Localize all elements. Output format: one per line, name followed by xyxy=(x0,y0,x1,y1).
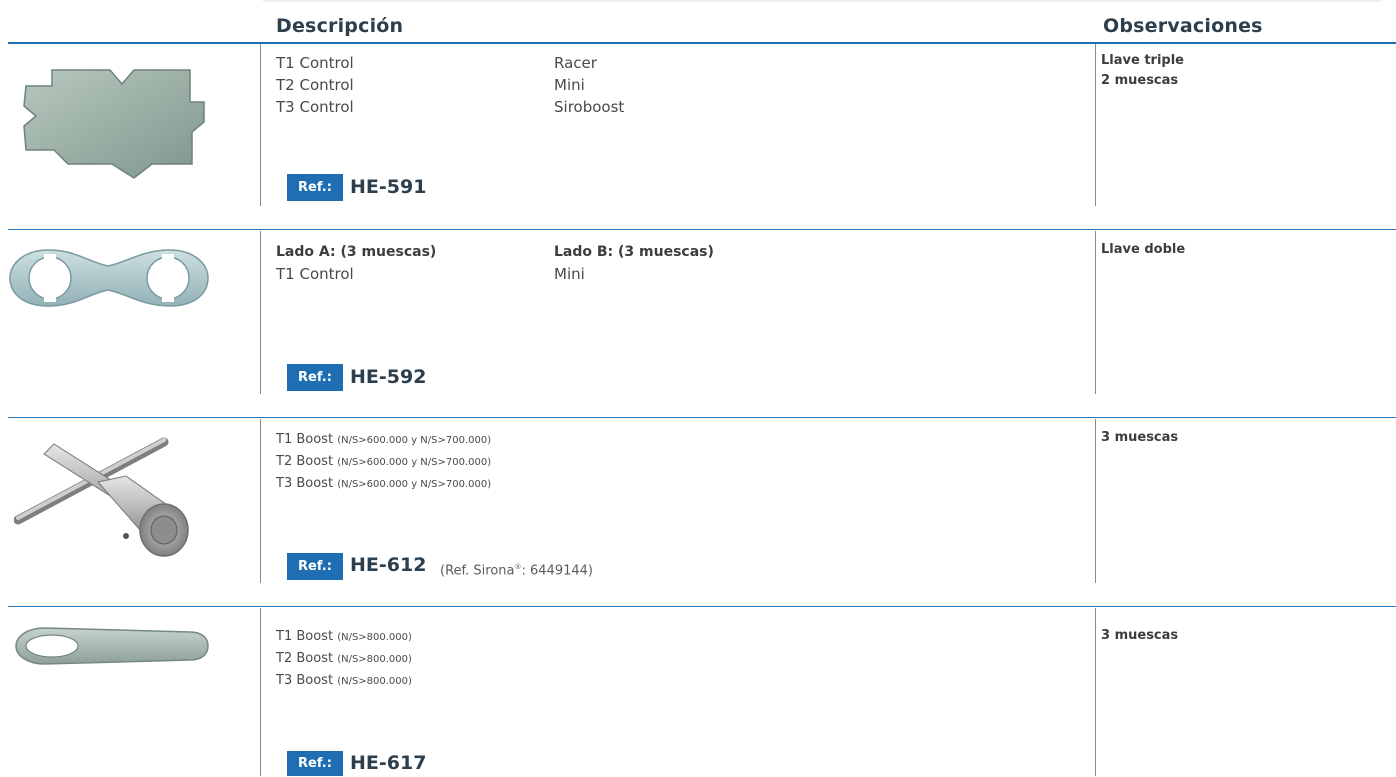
observation-line: Llave doble xyxy=(1101,242,1186,257)
side-a-header: Lado A: (3 muescas) xyxy=(276,244,437,260)
column-divider xyxy=(260,608,261,776)
ref-label: Ref.: xyxy=(287,751,343,776)
t-handle-key-icon xyxy=(14,437,189,557)
side-b-header: Lado B: (3 muescas) xyxy=(554,244,714,260)
model-item: T1 Control xyxy=(276,265,354,283)
model-item: T1 Boost (N/S>800.000) xyxy=(276,629,412,644)
row-separator xyxy=(8,417,1396,418)
observations-text: Llave doble xyxy=(1101,240,1185,260)
model-list-b: Racer Mini Siroboost xyxy=(554,52,624,118)
ref-label: Ref.: xyxy=(287,553,343,580)
observations-text: 3 muescas xyxy=(1101,428,1178,448)
model-item: T1 Control xyxy=(276,54,354,72)
ref-code: HE-591 xyxy=(350,176,427,198)
model-item: T2 Boost (N/S>800.000) xyxy=(276,651,412,666)
column-divider xyxy=(260,231,261,394)
model-item: T3 Boost (N/S>800.000) xyxy=(276,673,412,688)
observation-line: 3 muescas xyxy=(1101,628,1179,643)
ref-label: Ref.: xyxy=(287,364,343,391)
model-item: T3 Boost (N/S>600.000 y N/S>700.000) xyxy=(276,476,492,491)
header-separator xyxy=(8,42,1396,44)
ref-label: Ref.: xyxy=(287,174,343,201)
model-list-a: T1 Control T2 Control T3 Control xyxy=(276,52,354,118)
column-divider xyxy=(260,44,261,206)
model-item: T2 Control xyxy=(276,76,354,94)
description-header: Descripción xyxy=(276,15,404,37)
model-item: T2 Boost (N/S>600.000 y N/S>700.000) xyxy=(276,454,492,469)
model-list: T1 Boost (N/S>600.000 y N/S>700.000) T2 … xyxy=(276,429,491,495)
model-item: T3 Control xyxy=(276,98,354,116)
row-separator xyxy=(8,229,1396,230)
flat-key-icon xyxy=(15,627,209,665)
column-divider xyxy=(1095,231,1096,394)
ref-code: HE-612 xyxy=(350,554,427,576)
side-b-list: Lado B: (3 muescas) Mini xyxy=(554,241,714,285)
column-divider xyxy=(1095,44,1096,206)
observations-text: Llave triple 2 muescas xyxy=(1101,51,1184,91)
observations-header: Observaciones xyxy=(1103,15,1263,37)
observation-line: 3 muescas xyxy=(1101,430,1179,445)
sirona-reference: (Ref. Sirona®: 6449144) xyxy=(440,563,593,579)
model-item: Mini xyxy=(554,76,585,94)
triple-key-icon xyxy=(23,69,205,179)
column-divider xyxy=(1095,608,1096,776)
model-item: Siroboost xyxy=(554,98,625,116)
observation-line: 2 muescas xyxy=(1101,73,1179,88)
row-separator xyxy=(8,606,1396,607)
side-a-list: Lado A: (3 muescas) T1 Control xyxy=(276,241,436,285)
double-key-icon xyxy=(9,249,209,307)
ref-code: HE-592 xyxy=(350,366,427,388)
ref-code: HE-617 xyxy=(350,752,427,774)
column-divider xyxy=(1095,419,1096,583)
observation-line: Llave triple xyxy=(1101,53,1184,68)
model-list: T1 Boost (N/S>800.000) T2 Boost (N/S>800… xyxy=(276,626,412,692)
model-item: Racer xyxy=(554,54,597,72)
model-item: T1 Boost (N/S>600.000 y N/S>700.000) xyxy=(276,432,492,447)
observations-text: 3 muescas xyxy=(1101,626,1178,646)
column-divider xyxy=(260,419,261,583)
top-rule xyxy=(263,0,1381,2)
model-item: Mini xyxy=(554,265,585,283)
